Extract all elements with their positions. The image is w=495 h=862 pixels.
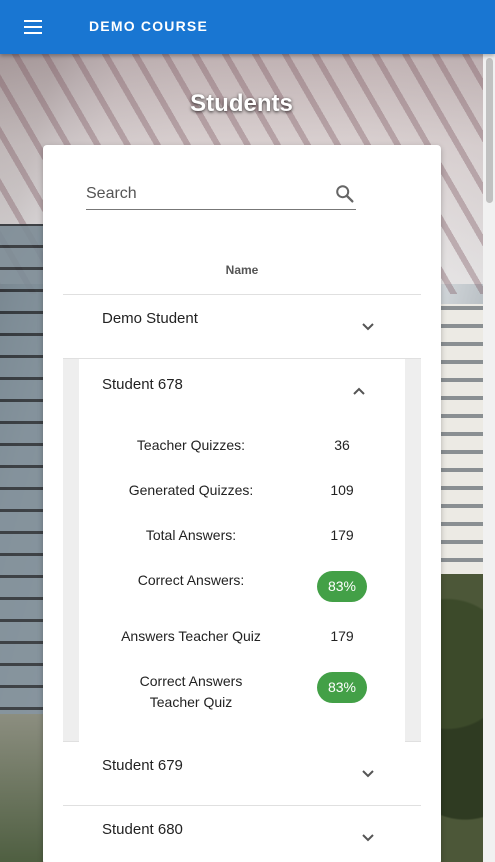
generated-quizzes-value: 109 bbox=[330, 482, 354, 498]
chevron-down-icon[interactable] bbox=[361, 769, 375, 779]
chevron-up-icon[interactable] bbox=[352, 386, 366, 396]
student-details-panel: Student 678 Teacher Quizzes: 36 Generate… bbox=[79, 359, 405, 742]
scrollbar-thumb[interactable] bbox=[486, 58, 493, 203]
student-row[interactable]: Demo Student bbox=[63, 295, 421, 359]
app-bar: DEMO COURSE bbox=[0, 0, 495, 54]
page-scrollbar[interactable] bbox=[483, 54, 495, 862]
chevron-down-icon[interactable] bbox=[361, 322, 375, 332]
teacher-quizzes-label: Teacher Quizzes: bbox=[136, 437, 246, 453]
chevron-down-icon[interactable] bbox=[361, 833, 375, 843]
correct-answers-teacher-quiz-label: Correct Answers Teacher Quiz bbox=[139, 673, 243, 710]
student-row-expanded: Student 678 Teacher Quizzes: 36 Generate… bbox=[63, 359, 421, 742]
students-card: Name Demo Student Student 678 Teacher Qu… bbox=[43, 145, 441, 862]
total-answers-label: Total Answers: bbox=[145, 527, 237, 543]
search-input[interactable] bbox=[86, 180, 326, 208]
course-title: DEMO COURSE bbox=[89, 18, 208, 34]
correct-answers-teacher-quiz-badge: 83% bbox=[317, 672, 367, 703]
total-answers-value: 179 bbox=[330, 527, 354, 543]
student-row[interactable]: Student 679 bbox=[63, 742, 421, 806]
student-name: Demo Student bbox=[102, 310, 198, 327]
student-name: Student 680 bbox=[102, 821, 183, 838]
student-row[interactable]: Student 680 bbox=[63, 806, 421, 862]
correct-answers-badge: 83% bbox=[317, 571, 367, 602]
answers-teacher-quiz-label: Answers Teacher Quiz bbox=[121, 628, 261, 644]
correct-answers-label: Correct Answers: bbox=[137, 572, 245, 588]
teacher-quizzes-value: 36 bbox=[334, 437, 350, 453]
menu-icon[interactable] bbox=[21, 16, 45, 38]
page-title: Students bbox=[190, 90, 293, 117]
student-name[interactable]: Student 678 bbox=[102, 376, 183, 393]
student-name: Student 679 bbox=[102, 757, 183, 774]
search-icon[interactable] bbox=[334, 183, 356, 205]
search-field bbox=[86, 180, 356, 210]
column-header-name[interactable]: Name bbox=[63, 263, 421, 277]
answers-teacher-quiz-value: 179 bbox=[330, 628, 354, 644]
generated-quizzes-label: Generated Quizzes: bbox=[128, 482, 254, 498]
